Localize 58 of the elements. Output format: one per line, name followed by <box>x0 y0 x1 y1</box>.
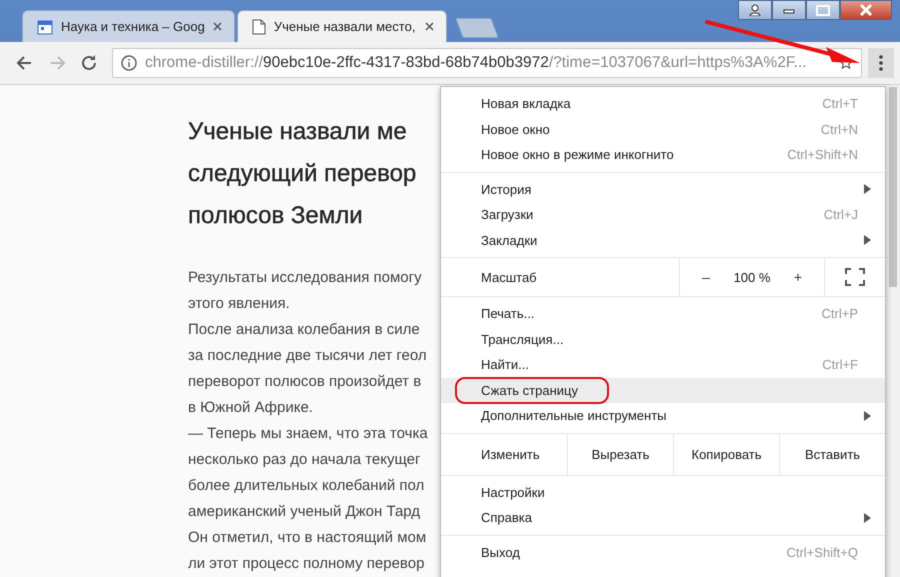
article-text: американский ученый Джон Тард <box>188 502 422 522</box>
more-icon <box>879 55 883 72</box>
article-text: несколько раз до начала текущег <box>188 450 422 470</box>
menu-item[interactable]: Выход Ctrl+Shift+Q <box>441 540 885 565</box>
fullscreen-icon[interactable] <box>845 268 865 286</box>
article-text: в Южной Африке. <box>188 398 314 418</box>
menu-item[interactable]: Новое окно Ctrl+N <box>441 116 885 142</box>
shortcut-text: Ctrl+P <box>822 306 858 322</box>
maximize-button[interactable] <box>806 0 840 20</box>
shortcut-text: Ctrl+F <box>822 357 858 372</box>
article-text: Результаты исследования помогу <box>188 268 423 288</box>
close-icon[interactable] <box>212 22 222 32</box>
menu-item[interactable]: Новая вкладка Ctrl+T <box>441 91 885 116</box>
menu-item[interactable]: Найти... Ctrl+F <box>441 352 885 378</box>
user-icon <box>749 4 761 16</box>
article-text: переворот полюсов произойдет в <box>188 372 422 392</box>
menu-item[interactable]: История <box>441 176 885 202</box>
shortcut-text: Ctrl+Shift+N <box>787 147 858 162</box>
menu-item[interactable]: Загрузки Ctrl+J <box>441 202 885 228</box>
menu-item[interactable]: Настройки <box>441 480 885 505</box>
zoom-in-button[interactable]: + <box>780 269 816 285</box>
shortcut-text: Ctrl+N <box>820 122 858 137</box>
menu-item[interactable]: Дополнительные инструменты <box>441 403 885 428</box>
scrollbar[interactable] <box>886 85 900 577</box>
user-button[interactable] <box>738 0 772 20</box>
zoom-out-button[interactable]: – <box>688 269 724 285</box>
article-text: После анализа колебания в силе <box>188 320 421 340</box>
article-text: более длительных колебаний пол <box>188 476 426 496</box>
minimize-button[interactable] <box>772 0 806 20</box>
menu-button[interactable] <box>868 48 894 78</box>
menu-item[interactable]: Печать... Ctrl+P <box>441 301 885 326</box>
address-field[interactable]: chrome-distiller://90ebc10e-2ffc-4317-83bd-68b74b0b3972/?time=1037067&url=https%3A%2F... <box>112 48 862 78</box>
article-text: — Теперь мы знаем, что эта точка <box>188 424 428 444</box>
menu-item[interactable]: Новое окно в режиме инкогнито Ctrl+Shift+N <box>441 142 885 168</box>
edit-label: Изменить <box>480 446 541 462</box>
calendar-icon <box>37 18 53 35</box>
browser-tab[interactable]: Наука и техника – Goog <box>22 10 235 42</box>
menu-item[interactable]: Справка <box>441 505 885 530</box>
shortcut-text: Ctrl+Shift+Q <box>786 544 858 560</box>
close-icon[interactable] <box>424 22 434 32</box>
article-text: ли этот процесс полному перевор <box>188 554 426 574</box>
maximize-icon <box>816 4 830 16</box>
article-title: Ученые назвали ме следующий перевор полюсов Земли <box>188 117 418 231</box>
browser-tab[interactable]: Ученые назвали место, <box>236 10 447 42</box>
close-button[interactable] <box>840 0 892 20</box>
zoom-label: Масштаб <box>481 270 538 284</box>
article-text: за последние две тысячи лет геол <box>188 346 428 366</box>
page-icon <box>252 18 266 35</box>
article-text: Он отметил, что в настоящий мом <box>188 528 428 548</box>
article-text: этого явления. <box>188 294 291 314</box>
info-icon <box>121 55 137 72</box>
shortcut-text: Ctrl+J <box>824 207 858 222</box>
shortcut-text: Ctrl+T <box>822 96 858 112</box>
close-icon <box>859 4 873 16</box>
zoom-value: 100 % <box>732 270 772 284</box>
menu-item[interactable]: Сжать страницу <box>441 378 885 403</box>
menu-item[interactable]: Закладки <box>441 228 885 253</box>
menu-item[interactable]: Трансляция... <box>441 326 885 352</box>
